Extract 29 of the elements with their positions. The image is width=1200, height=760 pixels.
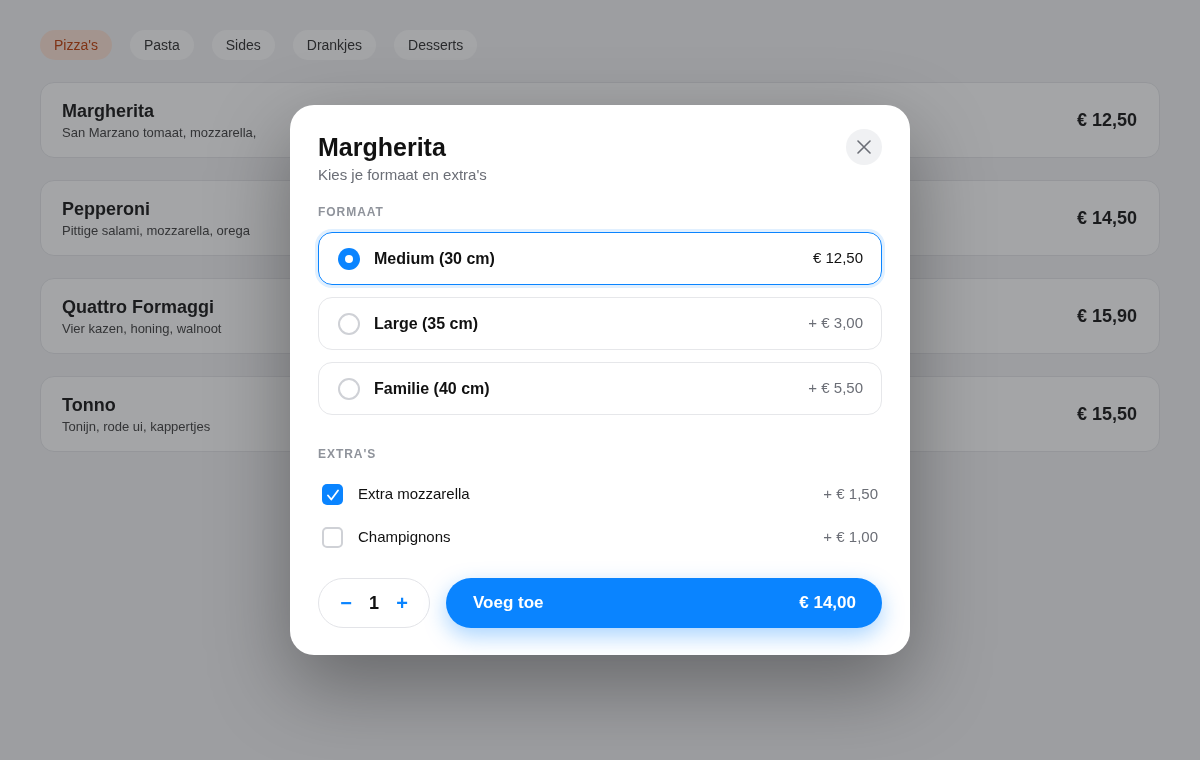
extra-label: Extra mozzarella [358,484,470,505]
section-label: EXTRA'S [318,446,377,462]
item-name: Quattro Formaggi [62,295,215,318]
section-label: FORMAAT [318,204,384,220]
order-total: € 14,00 [799,592,856,615]
item-description: Tonijn, rode ui, kappertjes [62,417,211,435]
size-price: + € 3,00 [808,313,863,334]
item-price: € 15,90 [1076,304,1137,328]
item-description: Vier kazen, honing, walnoot [62,319,222,337]
item-name: Pepperoni [62,197,151,220]
extra-price: + € 1,00 [823,527,878,548]
item-price: € 12,50 [1076,108,1137,132]
dialog-title: Margherita [318,134,447,160]
item-description: Pittige salami, mozzarella, orega [62,221,250,239]
add-label: Voeg toe [473,592,544,615]
item-name: Margherita [62,99,156,122]
size-price: € 12,50 [812,248,863,269]
quantity-value: 1 [368,592,380,615]
dialog-subtitle: Kies je formaat en extra's [318,165,487,185]
extra-price: + € 1,50 [823,484,878,505]
item-name: Tonno [62,393,117,416]
item-description: San Marzano tomaat, mozzarella, [62,123,257,141]
size-label: Medium (30 cm) [374,248,495,269]
extra-label: Champignons [358,527,451,548]
size-price: + € 5,50 [808,378,863,399]
item-price: € 14,50 [1076,206,1137,230]
size-label: Familie (40 cm) [374,378,490,399]
size-label: Large (35 cm) [374,313,479,334]
item-price: € 15,50 [1076,402,1137,426]
